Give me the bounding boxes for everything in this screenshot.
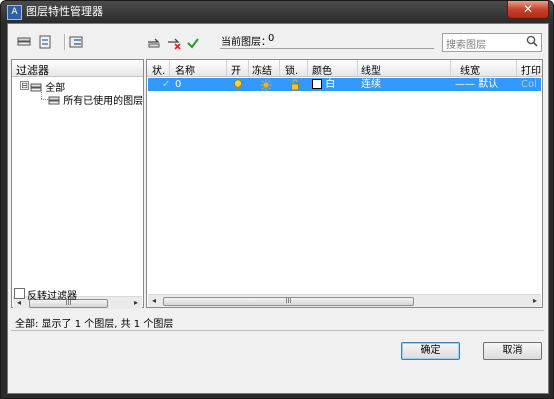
row-linetype[interactable]: 连续 <box>361 78 381 91</box>
group-filter-icon[interactable] <box>37 34 53 50</box>
filter-header-label: 过滤器 <box>16 64 49 77</box>
unlocked-padlock-icon[interactable] <box>290 79 300 92</box>
status-bar: 全部: 显示了 1 个图层, 共 1 个图层 <box>11 314 544 331</box>
lightbulb-on-icon[interactable] <box>233 79 243 92</box>
scroll-thumb[interactable]: III <box>163 297 414 306</box>
row-color-name: 白 <box>325 79 336 90</box>
column-divider[interactable] <box>248 60 249 76</box>
current-layer-underline <box>220 48 434 49</box>
grid-horizontal-scrollbar[interactable]: ◂ III ▸ <box>148 294 541 307</box>
column-divider[interactable] <box>357 60 358 76</box>
column-lock[interactable]: 锁. <box>285 62 298 77</box>
status-text: 全部: 显示了 1 个图层, 共 1 个图层 <box>15 319 174 330</box>
delete-layer-icon[interactable] <box>166 35 182 51</box>
app-icon: A <box>7 5 22 20</box>
row-lineweight[interactable]: —— 默认 <box>455 78 498 91</box>
column-on[interactable]: 开 <box>231 62 241 77</box>
scroll-right-arrow[interactable]: ▸ <box>130 297 142 309</box>
column-divider[interactable] <box>226 60 227 76</box>
search-layers-input[interactable]: 搜索图层 <box>442 33 542 52</box>
sun-thawed-icon[interactable] <box>260 79 272 92</box>
tree-item-label: 所有已使用的图层 <box>63 96 144 107</box>
row-name[interactable]: 0 <box>175 78 181 91</box>
tree-connector <box>41 99 48 101</box>
column-divider[interactable] <box>307 60 308 76</box>
search-icon[interactable] <box>526 34 538 51</box>
state-manager-icon[interactable] <box>68 34 84 50</box>
new-filter-icon[interactable] <box>16 34 32 50</box>
row-color[interactable]: 白 <box>312 78 335 91</box>
cancel-button[interactable]: 取消 <box>483 342 542 360</box>
set-current-icon[interactable] <box>185 35 201 51</box>
filter-header: 过滤器 <box>12 60 143 77</box>
scroll-left-arrow[interactable]: ◂ <box>148 295 160 307</box>
column-divider[interactable] <box>169 60 170 76</box>
column-linetype[interactable]: 线型 <box>361 62 381 77</box>
window-title: 图层特性管理器 <box>26 5 103 18</box>
toolbar-separator <box>64 34 66 50</box>
invert-filter-checkbox[interactable] <box>14 288 25 299</box>
ok-button[interactable]: 确定 <box>401 342 460 360</box>
column-divider[interactable] <box>516 60 517 76</box>
layer-properties-window: A 图层特性管理器 ✕ 当前图层： 0 搜索图层 过滤器 ⊟ 全部 所有已使用的… <box>0 0 554 399</box>
filter-layers-icon <box>48 95 60 108</box>
filter-tree-panel: 过滤器 ⊟ 全部 所有已使用的图层 ◂ III ▸ <box>11 59 144 309</box>
row-plot-style[interactable]: Col <box>521 78 537 91</box>
tree-collapse-toggle[interactable]: ⊟ <box>20 81 29 90</box>
close-button[interactable]: ✕ <box>507 1 549 19</box>
title-bar[interactable]: A 图层特性管理器 ✕ <box>1 1 553 23</box>
tree-item-used-layers[interactable]: 所有已使用的图层 <box>48 92 143 108</box>
column-freeze[interactable]: 冻结 <box>252 62 272 77</box>
column-divider[interactable] <box>450 60 451 76</box>
column-plot-style[interactable]: 打印 <box>521 62 541 77</box>
column-name[interactable]: 名称 <box>175 62 195 77</box>
current-layer-label: 当前图层： <box>221 37 271 48</box>
grid-header: 状. 名称 开 冻结 锁. 颜色 线型 线宽 打印 <box>147 60 542 77</box>
search-placeholder: 搜索图层 <box>446 40 486 51</box>
column-status[interactable]: 状. <box>152 62 165 77</box>
column-color[interactable]: 颜色 <box>312 62 332 77</box>
color-swatch <box>312 79 322 89</box>
invert-filter-label: 反转过滤器 <box>27 291 77 302</box>
scroll-right-arrow[interactable]: ▸ <box>529 295 541 307</box>
tree-connector <box>41 90 43 99</box>
column-divider[interactable] <box>279 60 280 76</box>
column-lineweight[interactable]: 线宽 <box>460 62 480 77</box>
dialog-client: 当前图层： 0 搜索图层 过滤器 ⊟ 全部 所有已使用的图层 ◂ III ▸ 反… <box>7 23 549 394</box>
layer-list-grid: 状. 名称 开 冻结 锁. 颜色 线型 线宽 打印 ✓ 0 白 连续 —— 默认… <box>146 59 543 308</box>
row-status-check-icon: ✓ <box>162 79 171 90</box>
current-layer-value: 0 <box>268 33 275 44</box>
new-layer-icon[interactable] <box>146 35 162 51</box>
